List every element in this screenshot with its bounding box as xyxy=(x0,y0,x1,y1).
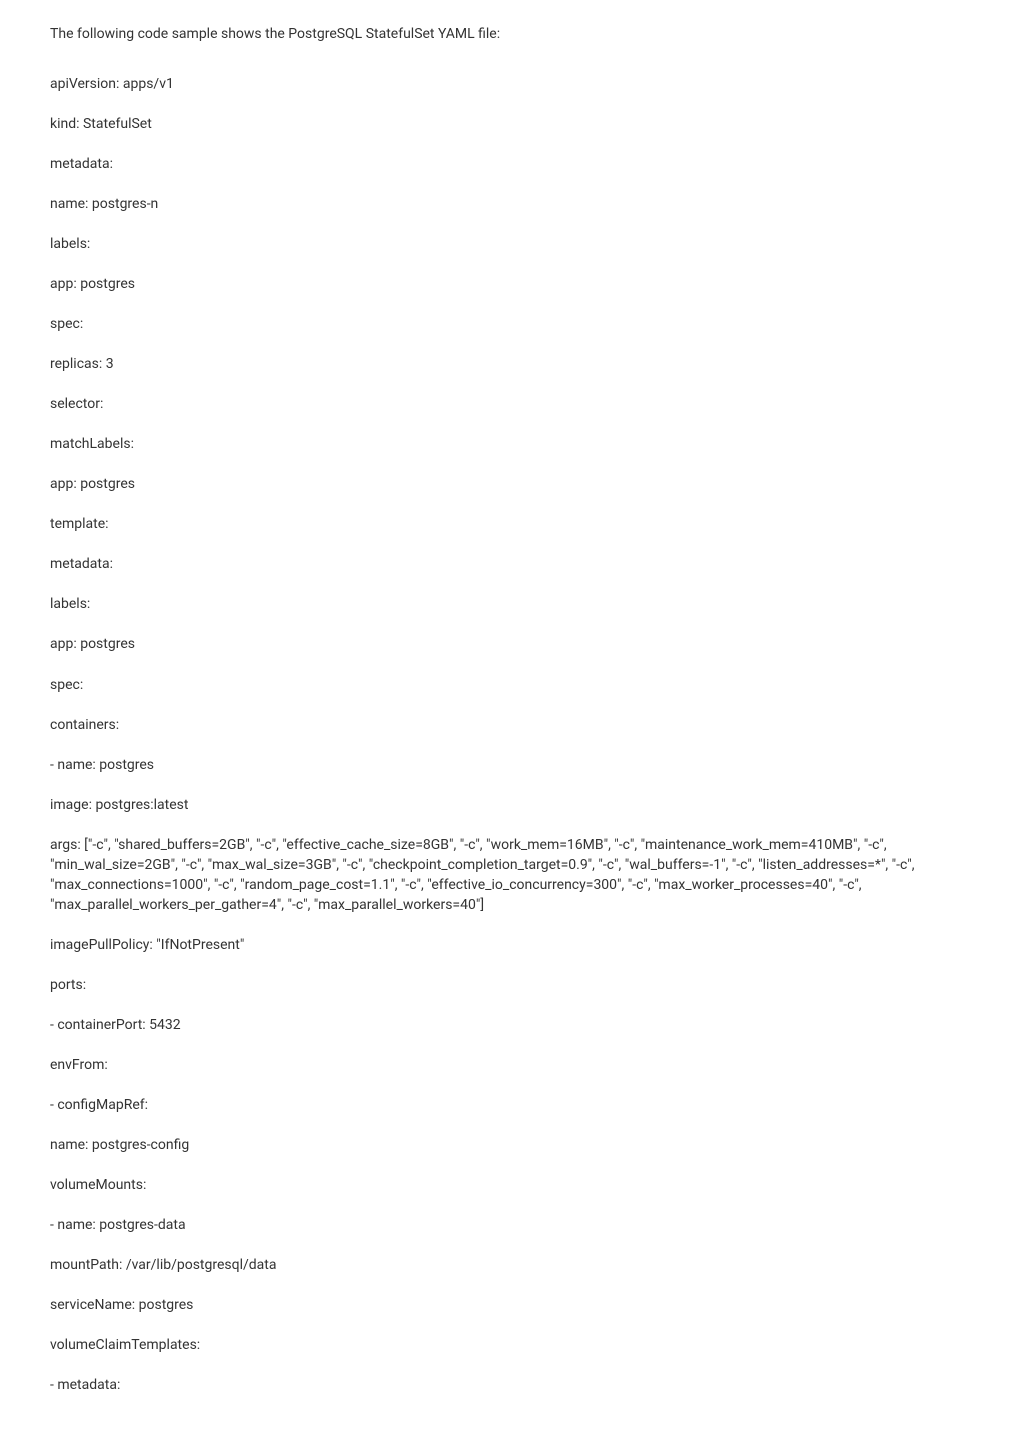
code-line: name: postgres-n xyxy=(50,194,974,214)
code-line: replicas: 3 xyxy=(50,354,974,374)
code-line: args: ["-c", "shared_buffers=2GB", "-c",… xyxy=(50,835,974,915)
code-line: labels: xyxy=(50,234,974,254)
code-line: app: postgres xyxy=(50,474,974,494)
code-line: spec: xyxy=(50,314,974,334)
code-line: - metadata: xyxy=(50,1375,974,1395)
intro-paragraph: The following code sample shows the Post… xyxy=(50,24,974,44)
code-line: imagePullPolicy: "IfNotPresent" xyxy=(50,935,974,955)
code-line: name: postgres-config xyxy=(50,1135,974,1155)
code-line: labels: xyxy=(50,594,974,614)
code-line: volumeMounts: xyxy=(50,1175,974,1195)
code-line: kind: StatefulSet xyxy=(50,114,974,134)
code-line: metadata: xyxy=(50,554,974,574)
code-line: metadata: xyxy=(50,154,974,174)
code-line: volumeClaimTemplates: xyxy=(50,1335,974,1355)
code-line: app: postgres xyxy=(50,634,974,654)
code-line: - name: postgres-data xyxy=(50,1215,974,1235)
code-line: containers: xyxy=(50,715,974,735)
code-line: - name: postgres xyxy=(50,755,974,775)
code-line: envFrom: xyxy=(50,1055,974,1075)
code-line: selector: xyxy=(50,394,974,414)
code-line: - configMapRef: xyxy=(50,1095,974,1115)
code-line: apiVersion: apps/v1 xyxy=(50,74,974,94)
code-line: spec: xyxy=(50,675,974,695)
code-line: template: xyxy=(50,514,974,534)
code-line: image: postgres:latest xyxy=(50,795,974,815)
code-line: app: postgres xyxy=(50,274,974,294)
yaml-code-block: apiVersion: apps/v1 kind: StatefulSet me… xyxy=(50,54,974,1415)
code-line: matchLabels: xyxy=(50,434,974,454)
code-line: mountPath: /var/lib/postgresql/data xyxy=(50,1255,974,1275)
code-line: serviceName: postgres xyxy=(50,1295,974,1315)
code-line: ports: xyxy=(50,975,974,995)
code-line: - containerPort: 5432 xyxy=(50,1015,974,1035)
